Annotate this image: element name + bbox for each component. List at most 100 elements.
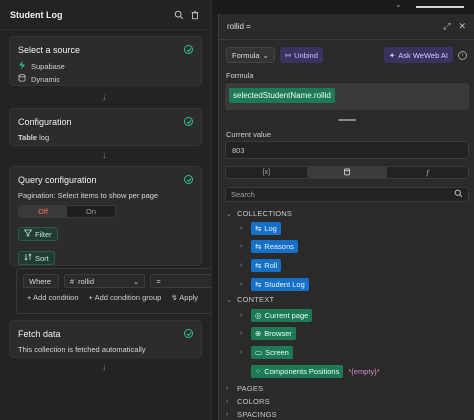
apply-label: Apply <box>179 293 199 302</box>
configuration-card[interactable]: Configuration Table log <box>9 108 202 146</box>
formula-mode-dropdown[interactable]: Formula ⌄ <box>226 47 275 63</box>
source-supabase: Supabase <box>18 61 193 71</box>
collection-chip-reasons[interactable]: ⇆ Reasons <box>251 240 298 253</box>
chevron-right-icon: › <box>240 243 243 250</box>
collection-chip-student-log[interactable]: ⇆ Student Log <box>251 278 309 291</box>
top-strip: ⌄ <box>212 0 474 14</box>
formula-variable-chip[interactable]: selectedStudentName.rollid <box>229 88 335 103</box>
tree-item-browser[interactable]: › ⊕ Browser <box>240 327 296 340</box>
context-chip-current-page[interactable]: ◎ Current page <box>251 309 313 322</box>
context-chip-screen[interactable]: ▭ Screen <box>251 346 293 359</box>
section-collections[interactable]: ⌄ COLLECTIONS <box>226 209 292 218</box>
section-spacings[interactable]: › SPACINGS <box>226 410 277 419</box>
tree-item-current-page[interactable]: › ◎ Current page <box>240 309 313 322</box>
collection-chip-roll[interactable]: ⇆ Roll <box>251 259 282 272</box>
ask-ai-label: Ask WeWeb AI <box>398 50 448 60</box>
context-browser-label: Browser <box>264 329 292 338</box>
source-card[interactable]: Select a source Supabase Dynamic <box>9 36 202 86</box>
chevron-down-icon: ⌄ <box>395 0 402 9</box>
function-icon: f <box>426 168 429 177</box>
pagination-text: Pagination: Select items to show per pag… <box>18 191 159 200</box>
collection-icon: ⇆ <box>255 280 262 289</box>
context-chip-components-positions[interactable]: ⁘ Components Positions <box>251 365 344 378</box>
section-collections-label: COLLECTIONS <box>237 209 293 218</box>
database-icon <box>343 167 351 178</box>
tab-functions[interactable]: f <box>387 167 468 178</box>
formula-mode-label: Formula <box>232 50 260 60</box>
sparkle-icon: ✦ <box>388 50 396 60</box>
pagination-on-option[interactable]: On <box>67 206 115 217</box>
sort-label: Sort <box>35 253 49 263</box>
where-operator-select[interactable]: = <box>150 274 211 288</box>
formula-editor-title: rollid = <box>227 22 251 31</box>
tree-item-reasons[interactable]: › ⇆ Reasons <box>240 240 298 253</box>
database-icon <box>18 74 26 84</box>
section-colors[interactable]: › COLORS <box>226 397 270 406</box>
sort-button[interactable]: Sort <box>18 251 55 265</box>
check-circle-icon <box>184 117 193 126</box>
formula-toolbar: Formula ⌄ ⚯ Unbind ✦ Ask WeWeb AI i <box>226 47 467 63</box>
tree-item-components-positions[interactable]: ⁘ Components Positions *{empty}* <box>240 365 380 378</box>
add-condition-button[interactable]: + Add condition <box>27 293 79 302</box>
where-field-select[interactable]: # rollid ⌄ <box>63 274 146 288</box>
info-icon[interactable]: i <box>458 50 467 60</box>
expand-icon[interactable]: ⤢ <box>443 21 450 32</box>
grid-icon: ⁘ <box>255 367 262 376</box>
chevron-right-icon: › <box>240 262 243 269</box>
apply-button[interactable]: ↯ Apply <box>171 293 198 302</box>
filter-button[interactable]: Filter <box>18 227 58 241</box>
context-chip-browser[interactable]: ⊕ Browser <box>251 327 296 340</box>
query-configuration-card[interactable]: Query configuration Pagination: Select i… <box>9 166 202 266</box>
formula-input[interactable]: selectedStudentName.rollid <box>225 83 469 110</box>
tree-item-student-log[interactable]: › ⇆ Student Log <box>240 278 309 291</box>
chevron-right-icon: › <box>240 281 243 288</box>
collection-chip-log[interactable]: ⇆ Log <box>251 222 281 235</box>
pagination-toggle[interactable]: Off On <box>18 205 116 218</box>
source-dynamic: Dynamic <box>18 74 193 84</box>
unbind-button[interactable]: ⚯ Unbind <box>279 47 323 63</box>
data-tree: ⌄ COLLECTIONS › ⇆ Log › ⇆ Reasons › ⇆ Roll … <box>226 209 470 419</box>
unbind-label: Unbind <box>294 50 318 60</box>
resize-handle[interactable] <box>338 119 356 121</box>
where-field-value: rollid <box>78 276 95 286</box>
search-input[interactable] <box>231 190 454 199</box>
tab-data[interactable] <box>306 167 388 178</box>
table-label: Table <box>18 133 38 142</box>
unlink-icon: ⚯ <box>284 50 292 60</box>
search-icon[interactable] <box>173 9 185 21</box>
collection-student-log-label: Student Log <box>264 280 305 289</box>
where-actions: + Add condition + Add condition group ↯ … <box>17 293 211 302</box>
supabase-bolt-icon <box>18 61 26 71</box>
where-condition-popup: Where # rollid ⌄ = + Add condition + Add… <box>16 268 211 314</box>
collection-roll-label: Roll <box>264 261 278 270</box>
filter-row: Filter <box>18 227 193 241</box>
search-icon[interactable] <box>454 189 463 200</box>
where-operator-value: = <box>156 276 161 286</box>
check-circle-icon <box>184 329 193 338</box>
section-spacings-label: SPACINGS <box>237 410 277 419</box>
arrow-down-icon: ↓ <box>102 92 107 102</box>
context-components-positions-label: Components Positions <box>264 367 340 376</box>
data-source-tabs: [x] f <box>225 166 469 179</box>
tab-variables[interactable]: [x] <box>226 167 307 178</box>
close-icon[interactable]: ✕ <box>458 21 466 32</box>
tree-item-roll[interactable]: › ⇆ Roll <box>240 259 282 272</box>
collection-title: Student Log <box>10 9 63 20</box>
ask-ai-button[interactable]: ✦ Ask WeWeb AI <box>383 47 453 63</box>
formula-label: Formula <box>226 71 254 80</box>
fetch-data-card[interactable]: Fetch data This collection is fetched au… <box>9 320 202 358</box>
section-context[interactable]: ⌄ CONTEXT <box>226 295 274 304</box>
globe-icon: ⊕ <box>255 329 262 338</box>
section-colors-label: COLORS <box>237 397 270 406</box>
trash-icon[interactable] <box>189 9 201 21</box>
section-pages[interactable]: › PAGES <box>226 384 263 393</box>
pagination-off-option[interactable]: Off <box>19 206 67 217</box>
section-pages-label: PAGES <box>237 384 264 393</box>
add-condition-group-button[interactable]: + Add condition group <box>89 293 162 302</box>
chevron-right-icon: › <box>240 225 243 232</box>
configuration-card-title: Configuration <box>18 117 72 127</box>
tree-item-log[interactable]: › ⇆ Log <box>240 222 281 235</box>
where-row: Where # rollid ⌄ = <box>17 269 211 293</box>
source-dynamic-label: Dynamic <box>31 74 61 84</box>
tree-item-screen[interactable]: › ▭ Screen <box>240 346 293 359</box>
